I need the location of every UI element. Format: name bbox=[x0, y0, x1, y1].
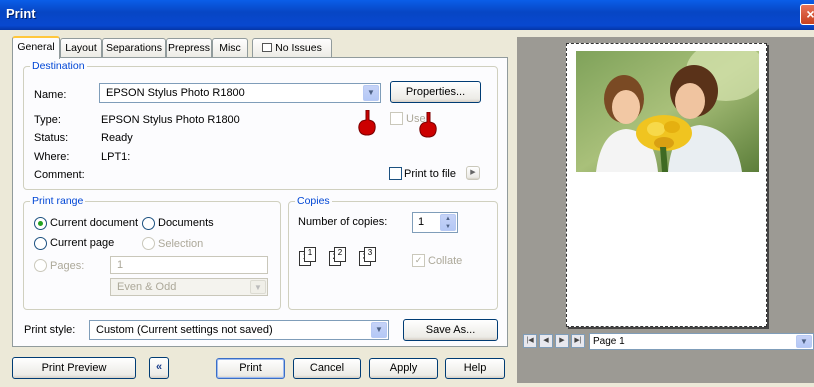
page-subset-value: Even & Odd bbox=[117, 281, 177, 293]
collate-page: 3 bbox=[364, 247, 376, 262]
collate-label: Collate bbox=[428, 255, 463, 267]
print-to-file-checkbox[interactable] bbox=[389, 167, 402, 180]
print-to-file-arrow-icon[interactable]: ▶ bbox=[466, 166, 480, 180]
chevron-down-icon[interactable]: ▼ bbox=[250, 280, 266, 294]
name-label: Name: bbox=[34, 89, 67, 101]
preview-page bbox=[566, 43, 767, 327]
title-bar: Print × bbox=[0, 0, 814, 30]
general-tab-panel: Destination Name: EPSON Stylus Photo R18… bbox=[12, 57, 508, 347]
chevron-down-icon[interactable]: ▼ bbox=[371, 322, 387, 338]
print-to-file-label: Print to file bbox=[404, 168, 456, 180]
destination-legend: Destination bbox=[32, 60, 85, 72]
close-icon[interactable]: × bbox=[800, 4, 814, 25]
tab-misc[interactable]: Misc bbox=[212, 38, 248, 58]
pages-radio[interactable] bbox=[34, 259, 47, 272]
help-button[interactable]: Help bbox=[445, 358, 505, 379]
next-page-icon[interactable]: ▶ bbox=[555, 334, 569, 348]
tab-separations[interactable]: Separations bbox=[102, 38, 166, 58]
page-select[interactable]: Page 1 ▼ bbox=[589, 333, 814, 350]
collate-page: 1 bbox=[304, 247, 316, 262]
page-select-value: Page 1 bbox=[593, 336, 625, 347]
collapse-preview-icon[interactable]: « bbox=[149, 357, 169, 379]
copies-stepper[interactable]: 1 ▲ ▼ bbox=[412, 212, 458, 233]
print-range-legend: Print range bbox=[32, 195, 84, 207]
current-document-radio[interactable] bbox=[34, 217, 47, 230]
type-value: EPSON Stylus Photo R1800 bbox=[101, 114, 240, 126]
issues-icon bbox=[262, 43, 273, 52]
printer-name-select[interactable]: EPSON Stylus Photo R1800 ▼ bbox=[99, 83, 381, 103]
tab-general[interactable]: General bbox=[12, 36, 60, 59]
documents-radio[interactable] bbox=[142, 217, 155, 230]
type-label: Type: bbox=[34, 114, 61, 126]
current-page-radio[interactable] bbox=[34, 237, 47, 250]
current-document-label: Current document bbox=[50, 217, 139, 229]
tab-no-issues[interactable]: No Issues bbox=[252, 38, 332, 58]
tab-no-issues-label: No Issues bbox=[275, 42, 322, 54]
copies-group: Copies bbox=[288, 195, 498, 310]
print-style-select[interactable]: Custom (Current settings not saved) ▼ bbox=[89, 320, 389, 340]
current-page-label: Current page bbox=[50, 237, 115, 249]
page-navigator: |◀ ◀ ▶ ▶| Page 1 ▼ bbox=[519, 333, 814, 350]
copies-value: 1 bbox=[418, 216, 425, 228]
properties-button[interactable]: Properties... bbox=[390, 81, 481, 103]
pages-value: 1 bbox=[117, 259, 124, 271]
documents-label: Documents bbox=[158, 217, 214, 229]
first-page-icon[interactable]: |◀ bbox=[523, 334, 537, 348]
print-button[interactable]: Print bbox=[216, 358, 285, 379]
comment-label: Comment: bbox=[34, 169, 85, 181]
print-preview-button[interactable]: Print Preview bbox=[12, 357, 136, 379]
tab-layout[interactable]: Layout bbox=[60, 38, 102, 58]
last-page-icon[interactable]: ▶| bbox=[571, 334, 585, 348]
collate-page: 2 bbox=[334, 247, 346, 262]
hand-cursor-icon bbox=[358, 110, 376, 136]
tab-prepress[interactable]: Prepress bbox=[166, 38, 212, 58]
preview-photo bbox=[576, 51, 759, 172]
pages-input[interactable]: 1 bbox=[110, 256, 268, 274]
where-value: LPT1: bbox=[101, 151, 131, 163]
chevron-down-icon[interactable]: ▼ bbox=[796, 335, 812, 348]
apply-button[interactable]: Apply bbox=[369, 358, 438, 379]
hand-cursor-icon bbox=[419, 112, 437, 138]
status-label: Status: bbox=[34, 132, 69, 144]
cancel-button[interactable]: Cancel bbox=[293, 358, 361, 379]
print-style-value: Custom (Current settings not saved) bbox=[96, 324, 273, 336]
page-subset-select[interactable]: Even & Odd ▼ bbox=[110, 278, 268, 296]
where-label: Where: bbox=[34, 151, 70, 163]
spin-updown-icon[interactable]: ▲ ▼ bbox=[440, 214, 456, 231]
copies-legend: Copies bbox=[297, 195, 330, 207]
selection-label: Selection bbox=[158, 238, 204, 250]
print-style-label: Print style: bbox=[24, 324, 76, 336]
use-checkbox[interactable] bbox=[390, 112, 403, 125]
chevron-down-icon[interactable]: ▼ bbox=[363, 85, 379, 101]
number-of-copies-label: Number of copies: bbox=[298, 216, 388, 228]
pages-label: Pages: bbox=[50, 260, 85, 272]
collate-checkbox[interactable]: ✓ bbox=[412, 254, 425, 267]
selection-radio[interactable] bbox=[142, 237, 155, 250]
status-value: Ready bbox=[101, 132, 133, 144]
print-preview-pane: |◀ ◀ ▶ ▶| Page 1 ▼ bbox=[517, 37, 814, 383]
prev-page-icon[interactable]: ◀ bbox=[539, 334, 553, 348]
printer-name-value: EPSON Stylus Photo R1800 bbox=[106, 87, 245, 99]
window-title: Print bbox=[6, 6, 36, 21]
save-as-button[interactable]: Save As... bbox=[403, 319, 498, 341]
